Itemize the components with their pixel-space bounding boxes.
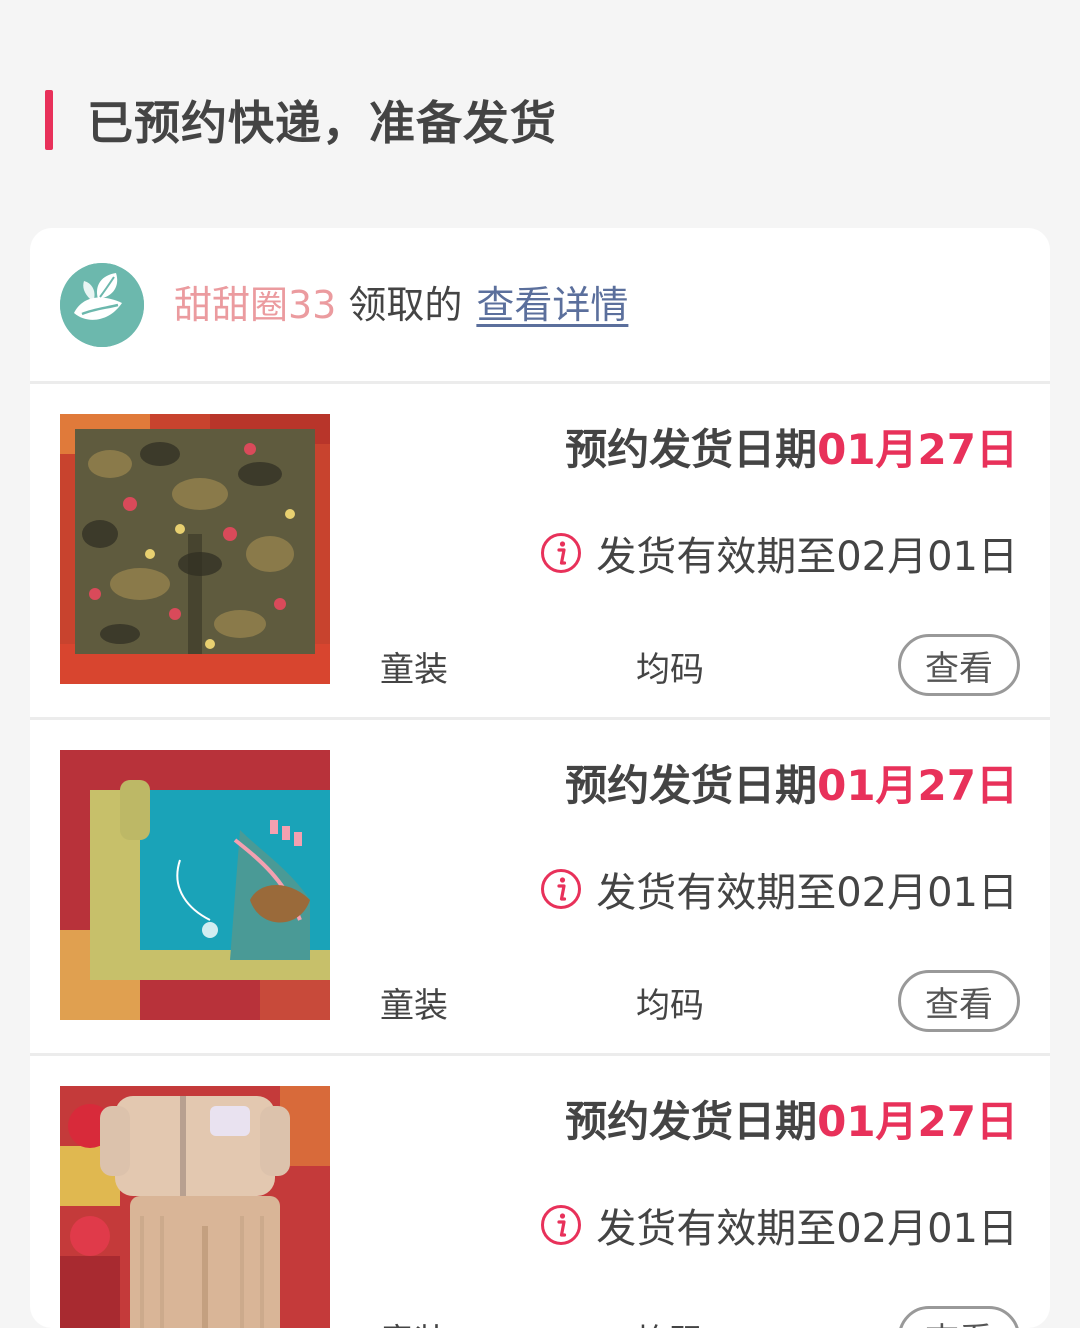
ship-date: 预约发货日期01月27日 — [565, 1088, 1018, 1149]
avatar[interactable] — [60, 262, 144, 347]
view-button[interactable]: 查看 — [898, 1306, 1020, 1328]
view-button[interactable]: 查看 — [898, 634, 1020, 696]
claim-text: 领取的 — [348, 282, 463, 327]
ship-date-label: 预约发货日期 — [565, 425, 818, 474]
ship-date: 预约发货日期01月27日 — [565, 416, 1018, 477]
info-icon — [541, 533, 582, 573]
list-item: 预约发货日期01月27日 发货有效期至02月01日 童装 均码 查看 — [30, 384, 1050, 720]
product-size: 均码 — [636, 650, 704, 690]
validity-text: 发货有效期至02月01日 — [596, 870, 1018, 916]
validity-notice: 发货有效期至02月01日 — [540, 524, 1018, 582]
info-icon — [541, 1205, 582, 1245]
claim-line: 甜甜圈33 领取的 查看详情 — [174, 286, 628, 324]
validity-text: 发货有效期至02月01日 — [596, 534, 1018, 580]
list-item: 预约发货日期01月27日 发货有效期至02月01日 童装 均码 查看 — [30, 720, 1050, 1056]
validity-notice: 发货有效期至02月01日 — [540, 860, 1018, 918]
view-button[interactable]: 查看 — [898, 970, 1020, 1032]
section-title: 已预约快递，准备发货 — [87, 96, 557, 150]
validity-text: 发货有效期至02月01日 — [596, 1206, 1018, 1252]
product-size: 均码 — [636, 986, 704, 1026]
ship-date-label: 预约发货日期 — [565, 1097, 818, 1146]
product-size: 均码 — [636, 1314, 704, 1328]
product-category: 童装 — [380, 650, 448, 690]
product-image[interactable] — [60, 414, 330, 684]
section-header: 已预约快递，准备发货 — [45, 90, 557, 150]
product-category: 童装 — [380, 986, 448, 1026]
list-item: 预约发货日期01月27日 发货有效期至02月01日 童装 均码 查看 — [30, 1056, 1050, 1328]
ship-date-label: 预约发货日期 — [565, 761, 818, 810]
ship-date-value: 01月27日 — [817, 761, 1018, 810]
card-header: 甜甜圈33 领取的 查看详情 — [30, 228, 1050, 384]
leaf-icon — [60, 262, 144, 347]
ship-date-value: 01月27日 — [817, 425, 1018, 474]
order-card: 甜甜圈33 领取的 查看详情 预约发货日期01月27日 发货有效期至02月01日… — [30, 228, 1050, 1328]
user-name[interactable]: 甜甜圈33 — [174, 283, 336, 327]
validity-notice: 发货有效期至02月01日 — [540, 1196, 1018, 1254]
info-icon — [541, 869, 582, 909]
ship-date-value: 01月27日 — [817, 1097, 1018, 1146]
product-category: 童装 — [380, 1314, 448, 1328]
product-image[interactable] — [60, 750, 330, 1020]
section-accent-bar — [45, 90, 53, 150]
product-image[interactable] — [60, 1086, 330, 1328]
ship-date: 预约发货日期01月27日 — [565, 752, 1018, 813]
view-details-link[interactable]: 查看详情 — [476, 283, 628, 327]
